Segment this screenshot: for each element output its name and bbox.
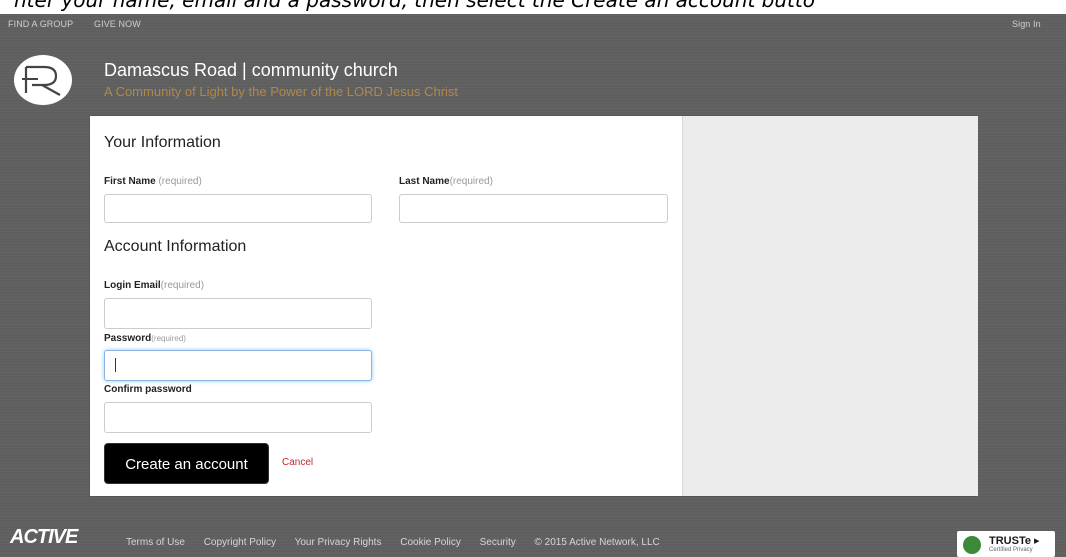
login-email-required: (required) — [160, 280, 205, 291]
privacy-rights-link[interactable]: Your Privacy Rights — [295, 537, 382, 548]
church-name: Damascus Road | community church — [104, 60, 398, 80]
church-tagline: A Community of Light by the Power of the… — [104, 84, 459, 99]
active-network-logo[interactable]: ACTIVE — [10, 526, 78, 549]
text-caret — [115, 358, 116, 372]
login-email-label: Login Email(required) — [104, 280, 204, 291]
last-name-required: (required) — [449, 176, 493, 187]
instruction-caption-text: nter your name, email and a password, th… — [14, 0, 815, 12]
give-now-link[interactable]: GIVE NOW — [94, 19, 141, 29]
truste-label: TRUSTe ▸ — [989, 535, 1040, 547]
confirm-password-label: Confirm password — [104, 384, 192, 395]
truste-sublabel: Certified Privacy — [989, 547, 1033, 553]
first-name-required: (required) — [155, 176, 202, 187]
top-nav-bar: FIND A GROUP GIVE NOW Sign In — [0, 14, 1066, 36]
dr-monogram-icon — [22, 65, 61, 96]
last-name-label-text: Last Name — [399, 176, 450, 187]
create-account-button[interactable]: Create an account — [104, 443, 269, 484]
truste-seal-icon — [963, 536, 981, 554]
last-name-input[interactable] — [399, 194, 668, 223]
your-information-heading: Your Information — [104, 134, 221, 151]
church-logo[interactable] — [14, 55, 72, 105]
password-input[interactable] — [104, 350, 372, 381]
copyright-text: © 2015 Active Network, LLC — [534, 537, 660, 548]
password-label: Password(required) — [104, 333, 186, 344]
sidebar-panel — [682, 116, 978, 496]
first-name-label-text: First Name — [104, 176, 156, 187]
login-email-input[interactable] — [104, 298, 372, 329]
account-information-heading: Account Information — [104, 238, 247, 255]
registration-panel: Your Information First Name (required) L… — [90, 116, 978, 496]
instruction-caption: nter your name, email and a password, th… — [0, 0, 1066, 14]
security-link[interactable]: Security — [480, 537, 516, 548]
copyright-policy-link[interactable]: Copyright Policy — [204, 537, 276, 548]
login-email-label-text: Login Email — [104, 280, 161, 291]
password-label-text: Password — [104, 333, 152, 344]
first-name-input[interactable] — [104, 194, 372, 223]
sign-in-link[interactable]: Sign In — [1012, 19, 1041, 29]
footer: ACTIVE Terms of Use Copyright Policy You… — [0, 505, 1066, 557]
truste-badge[interactable]: TRUSTe ▸ Certified Privacy — [957, 531, 1055, 557]
first-name-label: First Name (required) — [104, 176, 202, 187]
footer-links: Terms of Use Copyright Policy Your Priva… — [126, 537, 660, 548]
password-required: (required) — [151, 334, 186, 343]
cookie-policy-link[interactable]: Cookie Policy — [400, 537, 461, 548]
confirm-password-input[interactable] — [104, 402, 372, 433]
last-name-label: Last Name(required) — [399, 176, 493, 187]
find-a-group-link[interactable]: FIND A GROUP — [8, 19, 73, 29]
terms-of-use-link[interactable]: Terms of Use — [126, 537, 185, 548]
cancel-link[interactable]: Cancel — [282, 457, 313, 468]
